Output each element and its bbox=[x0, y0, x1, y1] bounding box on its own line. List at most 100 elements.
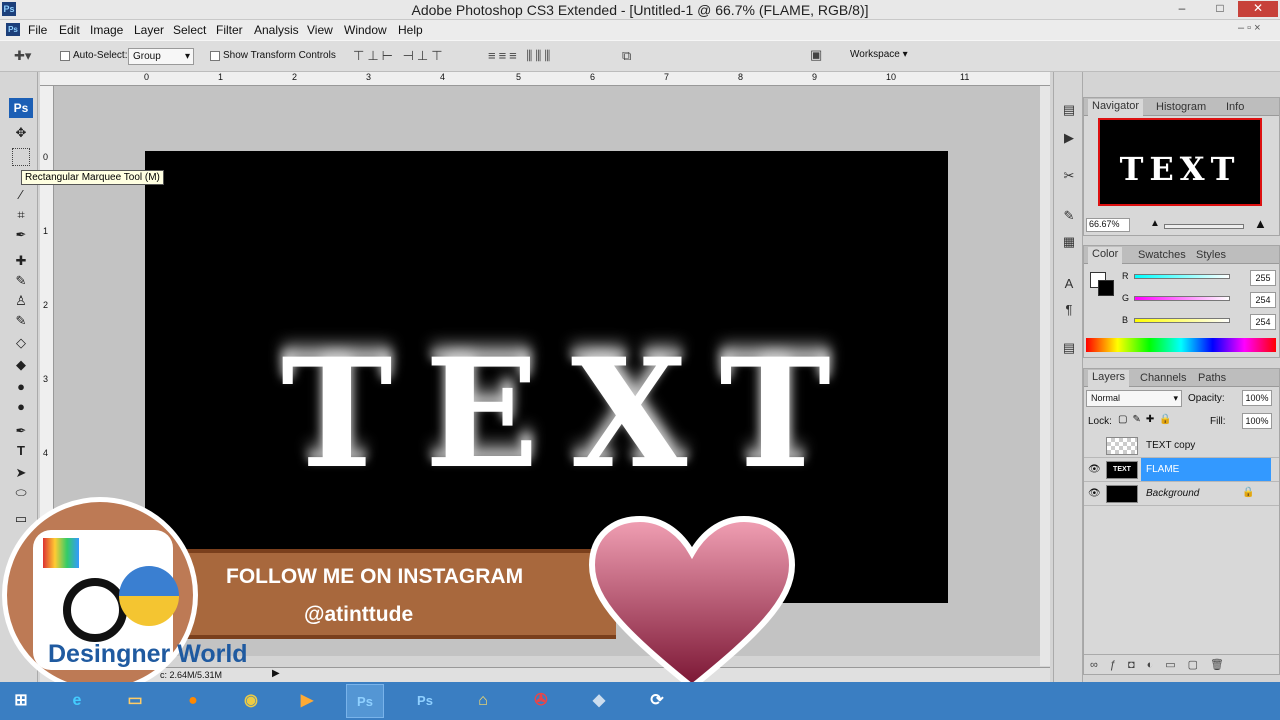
tool-presets-icon[interactable]: ✂ bbox=[1060, 168, 1078, 186]
auto-align-icon[interactable]: ⧉ bbox=[622, 48, 631, 64]
r-slider[interactable] bbox=[1134, 274, 1230, 279]
ellipse-tool-icon[interactable]: ⬭ bbox=[12, 484, 30, 502]
tab-color[interactable]: Color bbox=[1088, 247, 1123, 264]
blend-mode-dropdown[interactable]: Normal ▾ bbox=[1086, 390, 1182, 407]
g-value[interactable]: 254 bbox=[1250, 292, 1276, 308]
move-tool-icon[interactable]: ✚▾ bbox=[14, 48, 31, 64]
tab-navigator[interactable]: Navigator bbox=[1088, 99, 1144, 116]
app-icon[interactable]: ◆ bbox=[580, 684, 618, 718]
background-color-swatch[interactable] bbox=[1098, 280, 1114, 296]
history-brush-icon[interactable]: ✎ bbox=[12, 312, 30, 330]
marquee-tool-icon[interactable] bbox=[12, 148, 30, 166]
align-icons[interactable]: ⊤⊥⊢ ⊣⊥⊤ bbox=[353, 48, 446, 64]
layer-comps-icon[interactable]: ▤ bbox=[1060, 340, 1078, 358]
magic-wand-icon[interactable]: ⁄ bbox=[12, 186, 30, 204]
menu-select[interactable]: Select bbox=[173, 23, 206, 37]
g-slider[interactable] bbox=[1134, 296, 1230, 301]
start-icon[interactable]: ⊞ bbox=[2, 684, 40, 718]
tab-info[interactable]: Info bbox=[1222, 100, 1248, 114]
brush-tool-icon[interactable]: ✎ bbox=[12, 272, 30, 290]
notes-tool-icon[interactable]: ▭ bbox=[12, 510, 30, 528]
transform-controls-checkbox[interactable] bbox=[210, 50, 220, 62]
menu-edit[interactable]: Edit bbox=[59, 23, 80, 37]
photoshop-taskbar-icon[interactable]: Ps bbox=[406, 684, 444, 718]
stamp-tool-icon[interactable]: ♙ bbox=[12, 292, 30, 310]
distribute-icons[interactable]: ≡≡≡ ⫼⫼⫼ bbox=[488, 48, 553, 64]
history-icon[interactable]: ▤ bbox=[1060, 102, 1078, 120]
brushes-icon[interactable]: ✎ bbox=[1060, 208, 1078, 226]
menu-view[interactable]: View bbox=[307, 23, 333, 37]
menu-file[interactable]: File bbox=[28, 23, 47, 37]
firefox-icon[interactable]: ● bbox=[174, 684, 212, 718]
fill-field[interactable]: 100% bbox=[1242, 413, 1272, 429]
blur-tool-icon[interactable]: ● bbox=[12, 378, 30, 396]
lock-icons[interactable]: ▢✎✚🔒 bbox=[1118, 414, 1177, 425]
zoom-out-icon[interactable]: ▲ bbox=[1150, 218, 1160, 229]
eyedropper-icon[interactable]: ✒ bbox=[12, 226, 30, 244]
layers-footer-icons[interactable]: ∞ƒ◘◐▭▢🗑 bbox=[1084, 654, 1279, 674]
menu-window[interactable]: Window bbox=[344, 23, 387, 37]
b-value[interactable]: 254 bbox=[1250, 314, 1276, 330]
menu-analysis[interactable]: Analysis bbox=[254, 23, 299, 37]
crop-tool-icon[interactable]: ⌗ bbox=[12, 206, 30, 224]
status-arrow-icon[interactable]: ▶ bbox=[272, 668, 280, 679]
move-tool-icon[interactable]: ✥ bbox=[12, 124, 30, 142]
auto-select-dropdown[interactable]: Group ▾ bbox=[128, 48, 194, 65]
ie-icon[interactable]: e bbox=[58, 684, 96, 718]
layer-name[interactable]: TEXT copy bbox=[1141, 434, 1271, 457]
paragraph-icon[interactable]: ¶ bbox=[1060, 302, 1078, 320]
type-tool-icon[interactable]: T bbox=[12, 442, 30, 460]
eye-icon[interactable]: 👁 bbox=[1088, 488, 1101, 499]
layer-row[interactable]: 👁 TEXT FLAME bbox=[1084, 458, 1279, 482]
canvas[interactable]: TEXT bbox=[145, 151, 948, 603]
menu-layer[interactable]: Layer bbox=[134, 23, 164, 37]
close-button[interactable]: ✕ bbox=[1238, 1, 1278, 17]
ps-menu-icon[interactable]: Ps bbox=[6, 23, 20, 36]
eye-icon[interactable]: 👁 bbox=[1088, 464, 1101, 475]
bridge-icon[interactable]: ▣ bbox=[810, 47, 822, 63]
actions-icon[interactable]: ▶ bbox=[1060, 130, 1078, 148]
tab-channels[interactable]: Channels bbox=[1136, 371, 1190, 385]
menu-image[interactable]: Image bbox=[90, 23, 123, 37]
zoom-field[interactable]: 66.67% bbox=[1086, 218, 1130, 232]
tab-styles[interactable]: Styles bbox=[1192, 248, 1230, 262]
workspace-button[interactable]: Workspace ▾ bbox=[850, 49, 908, 60]
explorer-icon[interactable]: ▭ bbox=[116, 684, 154, 718]
opacity-field[interactable]: 100% bbox=[1242, 390, 1272, 406]
menu-help[interactable]: Help bbox=[398, 23, 423, 37]
clone-source-icon[interactable]: ▦ bbox=[1060, 234, 1078, 252]
tab-swatches[interactable]: Swatches bbox=[1134, 248, 1190, 262]
cleaner-icon[interactable]: ⌂ bbox=[464, 684, 502, 718]
maximize-button[interactable]: □ bbox=[1206, 1, 1234, 17]
vertical-scrollbar[interactable] bbox=[1040, 86, 1050, 666]
tab-layers[interactable]: Layers bbox=[1088, 370, 1130, 387]
doc-window-controls[interactable]: – ▫ × bbox=[1238, 22, 1261, 34]
auto-select-checkbox[interactable] bbox=[60, 50, 70, 62]
media-icon[interactable]: ▶ bbox=[288, 684, 326, 718]
color-ramp[interactable] bbox=[1086, 338, 1276, 352]
character-icon[interactable]: A bbox=[1060, 276, 1078, 294]
r-value[interactable]: 255 bbox=[1250, 270, 1276, 286]
layer-name[interactable]: FLAME bbox=[1141, 458, 1271, 481]
menu-filter[interactable]: Filter bbox=[216, 23, 243, 37]
tab-paths[interactable]: Paths bbox=[1194, 371, 1230, 385]
paint-bucket-icon[interactable]: ◆ bbox=[12, 356, 30, 374]
eraser-icon[interactable]: ◇ bbox=[12, 334, 30, 352]
sync-icon[interactable]: ⟳ bbox=[638, 684, 676, 718]
zoom-in-icon[interactable]: ▲ bbox=[1254, 216, 1267, 231]
navigator-preview[interactable]: TEXT bbox=[1098, 118, 1262, 206]
layer-row[interactable]: 👁 Background 🔒 bbox=[1084, 482, 1279, 506]
pen-tool-icon[interactable]: ✒ bbox=[12, 422, 30, 440]
photoshop-taskbar-icon[interactable]: Ps bbox=[346, 684, 384, 718]
b-slider[interactable] bbox=[1134, 318, 1230, 323]
minimize-button[interactable]: – bbox=[1168, 1, 1196, 17]
dodge-tool-icon[interactable]: ● bbox=[12, 398, 30, 416]
ccleaner-icon[interactable]: ✇ bbox=[522, 684, 560, 718]
tab-histogram[interactable]: Histogram bbox=[1152, 100, 1210, 114]
layer-row[interactable]: TEXT copy bbox=[1084, 434, 1279, 458]
healing-brush-icon[interactable]: ✚ bbox=[12, 252, 30, 270]
ruler-tick: 5 bbox=[516, 72, 522, 82]
zoom-slider[interactable] bbox=[1164, 224, 1244, 229]
chrome-icon[interactable]: ◉ bbox=[232, 684, 270, 718]
path-select-icon[interactable]: ➤ bbox=[12, 464, 30, 482]
